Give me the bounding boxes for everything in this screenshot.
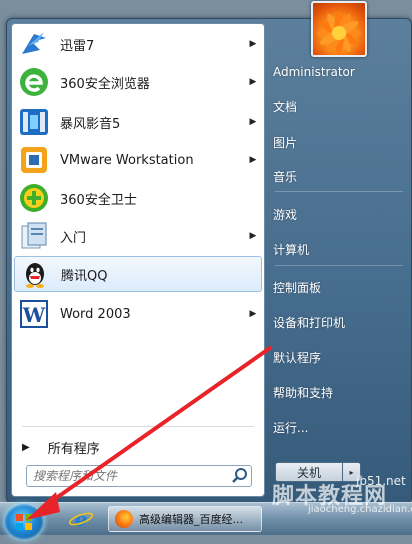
divider bbox=[275, 265, 403, 266]
watermark-url: jiaocheng.chazidian.com bbox=[308, 504, 412, 515]
program-label: 腾讯QQ bbox=[61, 268, 108, 284]
program-item-getting-started[interactable]: 入门 ▶ bbox=[14, 218, 262, 254]
program-label: 360安全卫士 bbox=[60, 192, 137, 208]
all-programs-button[interactable]: ▶ 所有程序 bbox=[20, 436, 258, 458]
submenu-arrow-icon: ▶ bbox=[249, 309, 257, 319]
submenu-arrow-icon: ▶ bbox=[249, 117, 257, 127]
submenu-arrow-icon: ▶ bbox=[249, 231, 257, 241]
program-label: 暴风影音5 bbox=[60, 116, 121, 132]
games-link[interactable]: 游戏 bbox=[273, 203, 405, 225]
getting-started-icon bbox=[18, 220, 50, 252]
qq-icon bbox=[19, 258, 51, 290]
internet-explorer-icon[interactable]: e bbox=[68, 507, 94, 531]
360-safe-icon bbox=[18, 182, 50, 214]
360-browser-icon bbox=[18, 66, 50, 98]
divider bbox=[22, 426, 254, 427]
submenu-arrow-icon: ▶ bbox=[249, 155, 257, 165]
baofeng-icon bbox=[18, 106, 50, 138]
taskbar-window-button[interactable]: 高级编辑器_百度经... bbox=[108, 506, 262, 532]
submenu-arrow-icon: ▶ bbox=[249, 77, 257, 87]
program-item-vmware[interactable]: VMware Workstation ▶ bbox=[14, 142, 262, 178]
program-label: 360安全浏览器 bbox=[60, 76, 150, 92]
xunlei-icon bbox=[18, 28, 50, 60]
pinned-programs-list: 迅雷7 ▶ 360安全浏览器 ▶ 暴风影音5 ▶ VMware Workstat… bbox=[12, 24, 264, 424]
vmware-icon bbox=[18, 144, 50, 176]
program-label: 入门 bbox=[60, 230, 87, 246]
program-item-360-browser[interactable]: 360安全浏览器 ▶ bbox=[14, 64, 262, 100]
window-title: 高级编辑器_百度经... bbox=[139, 513, 243, 526]
start-menu: 迅雷7 ▶ 360安全浏览器 ▶ 暴风影音5 ▶ VMware Workstat… bbox=[6, 1, 412, 504]
all-programs-label: 所有程序 bbox=[47, 441, 100, 457]
default-programs-link[interactable]: 默认程序 bbox=[273, 346, 405, 368]
program-item-xunlei[interactable]: 迅雷7 ▶ bbox=[14, 26, 262, 62]
firefox-icon bbox=[115, 510, 133, 528]
search-icon[interactable] bbox=[229, 466, 251, 486]
program-item-360-safe[interactable]: 360安全卫士 bbox=[14, 180, 262, 216]
program-label: Word 2003 bbox=[60, 306, 131, 322]
computer-link[interactable]: 计算机 bbox=[273, 238, 405, 260]
program-label: 迅雷7 bbox=[60, 38, 95, 54]
user-avatar[interactable] bbox=[311, 1, 367, 57]
documents-link[interactable]: 文档 bbox=[273, 95, 405, 117]
programs-pane: 迅雷7 ▶ 360安全浏览器 ▶ 暴风影音5 ▶ VMware Workstat… bbox=[11, 23, 265, 497]
places-pane: Administrator 文档 图片 音乐 游戏 计算机 控制面板 设备和打印… bbox=[269, 1, 411, 503]
watermark-site: jb51.net bbox=[356, 474, 406, 488]
control-panel-link[interactable]: 控制面板 bbox=[273, 276, 405, 298]
search-box[interactable] bbox=[26, 465, 252, 487]
watermark: 脚本教程网 jb51.net jiaocheng.chazidian.com bbox=[272, 474, 412, 534]
svg-text:e: e bbox=[75, 507, 88, 531]
start-button[interactable] bbox=[4, 504, 44, 540]
search-input[interactable] bbox=[27, 468, 229, 484]
pictures-link[interactable]: 图片 bbox=[273, 131, 405, 153]
help-support-link[interactable]: 帮助和支持 bbox=[273, 381, 405, 403]
program-item-word[interactable]: W Word 2003 ▶ bbox=[14, 296, 262, 332]
program-item-baofeng[interactable]: 暴风影音5 ▶ bbox=[14, 104, 262, 140]
program-item-qq[interactable]: 腾讯QQ bbox=[14, 256, 262, 292]
music-link[interactable]: 音乐 bbox=[273, 165, 405, 187]
devices-printers-link[interactable]: 设备和打印机 bbox=[273, 311, 405, 333]
expand-arrow-icon: ▶ bbox=[22, 441, 30, 453]
run-link[interactable]: 运行... bbox=[273, 416, 405, 438]
user-name-link[interactable]: Administrator bbox=[273, 61, 405, 83]
word-icon: W bbox=[18, 298, 50, 330]
program-label: VMware Workstation bbox=[60, 152, 194, 168]
divider bbox=[275, 191, 403, 192]
submenu-arrow-icon: ▶ bbox=[249, 39, 257, 49]
svg-text:W: W bbox=[22, 303, 46, 327]
